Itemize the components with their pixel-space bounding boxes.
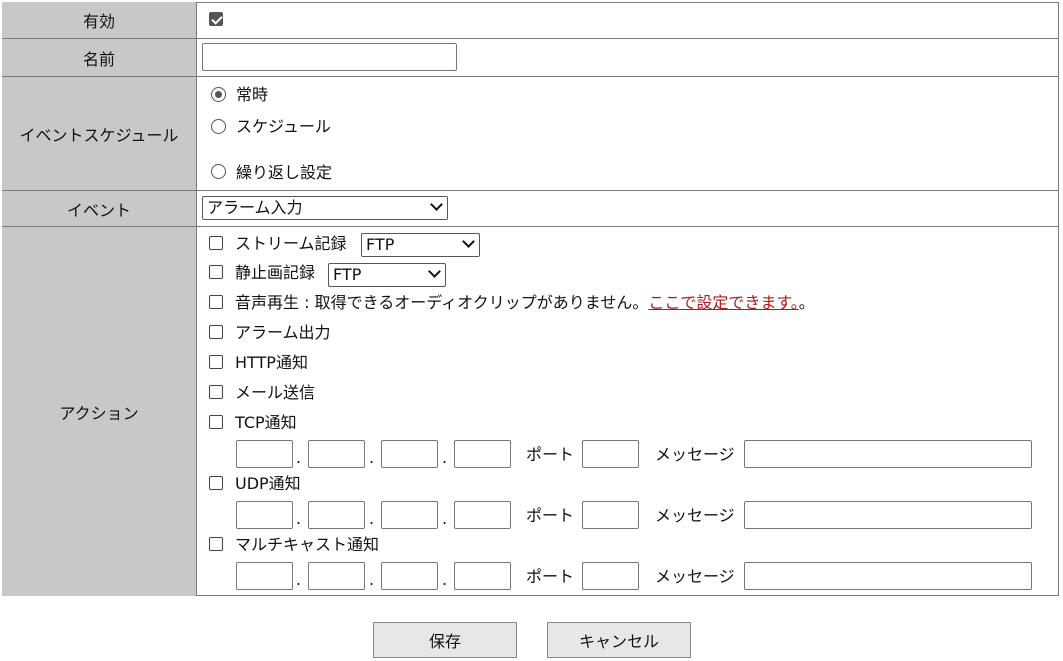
tcp-ip-octet-4[interactable]: [454, 440, 511, 468]
tcp-port-input[interactable]: [582, 440, 639, 468]
still-record-checkbox[interactable]: [209, 265, 223, 279]
ip-dot: .: [442, 509, 448, 528]
multicast-ip-octet-2[interactable]: [308, 562, 365, 590]
row-name: 名前: [2, 38, 1059, 76]
udp-port-label: ポート: [526, 506, 575, 525]
http-notify-label: HTTP通知: [235, 353, 308, 372]
row-action: アクション ストリーム記録 FTP 静止画記録 FTP 音声再生 : 取得できる…: [2, 226, 1059, 596]
row-enabled: 有効: [2, 2, 1059, 38]
tcp-port-label: ポート: [526, 445, 575, 464]
udp-port-input[interactable]: [582, 501, 639, 529]
chevron-down-icon: [428, 265, 441, 278]
ip-dot: .: [442, 448, 448, 467]
udp-ip-octet-2[interactable]: [308, 501, 365, 529]
udp-notify-label: UDP通知: [235, 474, 301, 493]
multicast-ip-octet-3[interactable]: [381, 562, 438, 590]
name-input[interactable]: [202, 43, 457, 71]
tcp-message-label: メッセージ: [655, 445, 735, 464]
schedule-always-radio[interactable]: [211, 87, 226, 102]
ip-dot: .: [296, 448, 302, 467]
audio-settings-link[interactable]: ここで設定できます。: [648, 293, 798, 312]
http-notify-checkbox[interactable]: [209, 355, 223, 369]
multicast-notify-checkbox[interactable]: [209, 537, 223, 551]
schedule-repeat-label: 繰り返し設定: [236, 163, 333, 182]
audio-play-label: 音声再生 : 取得できるオーディオクリップがありません。ここで設定できます。。: [235, 293, 815, 312]
chevron-down-icon: [430, 198, 443, 211]
chevron-down-icon: [462, 235, 475, 248]
schedule-always-label: 常時: [236, 85, 269, 104]
event-select-value: アラーム入力: [207, 198, 303, 217]
udp-message-input[interactable]: [744, 501, 1032, 529]
tcp-ip-octet-2[interactable]: [308, 440, 365, 468]
stream-record-checkbox[interactable]: [209, 236, 223, 250]
mail-send-label: メール送信: [235, 383, 316, 402]
multicast-ip-octet-4[interactable]: [454, 562, 511, 590]
tcp-notify-label: TCP通知: [235, 413, 297, 432]
enabled-checkbox[interactable]: [209, 12, 223, 26]
multicast-port-input[interactable]: [582, 562, 639, 590]
multicast-notify-label: マルチキャスト通知: [235, 535, 380, 554]
ip-dot: .: [369, 570, 375, 589]
tcp-ip-octet-1[interactable]: [236, 440, 293, 468]
row-event: イベント アラーム入力: [2, 190, 1059, 226]
multicast-ip-octet-1[interactable]: [236, 562, 293, 590]
label-name: 名前: [2, 39, 197, 76]
multicast-message-input[interactable]: [744, 562, 1032, 590]
alarm-out-label: アラーム出力: [235, 323, 331, 342]
schedule-repeat-radio[interactable]: [211, 164, 226, 179]
event-select[interactable]: アラーム入力: [202, 196, 448, 220]
mail-send-checkbox[interactable]: [209, 385, 223, 399]
udp-ip-octet-1[interactable]: [236, 501, 293, 529]
schedule-schedule-label: スケジュール: [236, 117, 331, 136]
tcp-ip-octet-3[interactable]: [381, 440, 438, 468]
cancel-button[interactable]: キャンセル: [547, 622, 691, 658]
still-record-select[interactable]: FTP: [328, 263, 446, 287]
tcp-message-input[interactable]: [744, 440, 1032, 468]
save-button[interactable]: 保存: [373, 622, 517, 658]
label-event: イベント: [2, 191, 197, 226]
still-record-label: 静止画記録: [235, 263, 316, 282]
ip-dot: .: [296, 570, 302, 589]
udp-message-label: メッセージ: [655, 506, 735, 525]
udp-ip-octet-3[interactable]: [381, 501, 438, 529]
ip-dot: .: [442, 570, 448, 589]
ip-dot: .: [296, 509, 302, 528]
audio-play-checkbox[interactable]: [209, 295, 223, 309]
alarm-out-checkbox[interactable]: [209, 325, 223, 339]
udp-ip-octet-4[interactable]: [454, 501, 511, 529]
row-schedule: イベントスケジュール 常時 スケジュール 繰り返し設定: [2, 76, 1059, 190]
ip-dot: .: [369, 448, 375, 467]
stream-record-label: ストリーム記録: [235, 234, 347, 253]
multicast-port-label: ポート: [526, 567, 575, 586]
udp-notify-checkbox[interactable]: [209, 476, 223, 490]
multicast-message-label: メッセージ: [655, 567, 735, 586]
schedule-schedule-radio[interactable]: [211, 119, 226, 134]
stream-record-select[interactable]: FTP: [361, 233, 480, 257]
ip-dot: .: [369, 509, 375, 528]
label-schedule: イベントスケジュール: [2, 77, 197, 190]
label-enabled: 有効: [2, 2, 197, 38]
label-action: アクション: [2, 227, 197, 596]
tcp-notify-checkbox[interactable]: [209, 415, 223, 429]
